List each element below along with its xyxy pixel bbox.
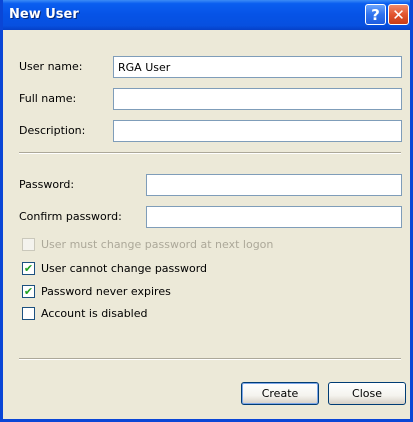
option-password-never-expires[interactable]: ✔ Password never expires — [22, 285, 171, 298]
username-label: User name: — [19, 60, 83, 73]
title-close-button[interactable]: ✕ — [388, 4, 409, 25]
option-account-disabled[interactable]: Account is disabled — [22, 307, 148, 320]
checkmark-icon: ✔ — [23, 262, 34, 275]
account-disabled-checkbox[interactable] — [22, 307, 35, 320]
checkmark-icon: ✔ — [23, 285, 34, 298]
description-input[interactable] — [113, 120, 402, 142]
help-icon: ? — [371, 5, 380, 24]
confirm-password-label: Confirm password: — [19, 210, 122, 223]
must-change-password-checkbox — [22, 238, 35, 251]
confirm-password-input[interactable] — [146, 206, 402, 228]
password-input[interactable] — [146, 174, 402, 196]
option-cannot-change-password[interactable]: ✔ User cannot change password — [22, 262, 207, 275]
option-must-change-password: User must change password at next logon — [22, 238, 273, 251]
account-disabled-label[interactable]: Account is disabled — [41, 307, 148, 320]
help-button[interactable]: ? — [365, 4, 386, 25]
cannot-change-password-checkbox[interactable]: ✔ — [22, 262, 35, 275]
cannot-change-password-label[interactable]: User cannot change password — [41, 262, 207, 275]
password-never-expires-label[interactable]: Password never expires — [41, 285, 171, 298]
title-bar[interactable]: New User ? ✕ — [3, 0, 410, 30]
separator-top — [19, 152, 401, 154]
password-label: Password: — [19, 178, 75, 191]
close-button[interactable]: Close — [328, 382, 406, 405]
password-never-expires-checkbox[interactable]: ✔ — [22, 285, 35, 298]
close-icon: ✕ — [392, 5, 405, 24]
username-input[interactable] — [113, 56, 402, 78]
description-label: Description: — [19, 124, 86, 137]
create-button[interactable]: Create — [241, 382, 319, 405]
window-title: New User — [9, 7, 79, 22]
dialog-body: User name: Full name: Description: Passw… — [3, 30, 410, 419]
new-user-dialog: New User ? ✕ User name: Full name: Descr… — [0, 0, 413, 422]
fullname-input[interactable] — [113, 88, 402, 110]
separator-bottom — [19, 358, 401, 360]
must-change-password-label: User must change password at next logon — [41, 238, 274, 251]
fullname-label: Full name: — [19, 92, 77, 105]
